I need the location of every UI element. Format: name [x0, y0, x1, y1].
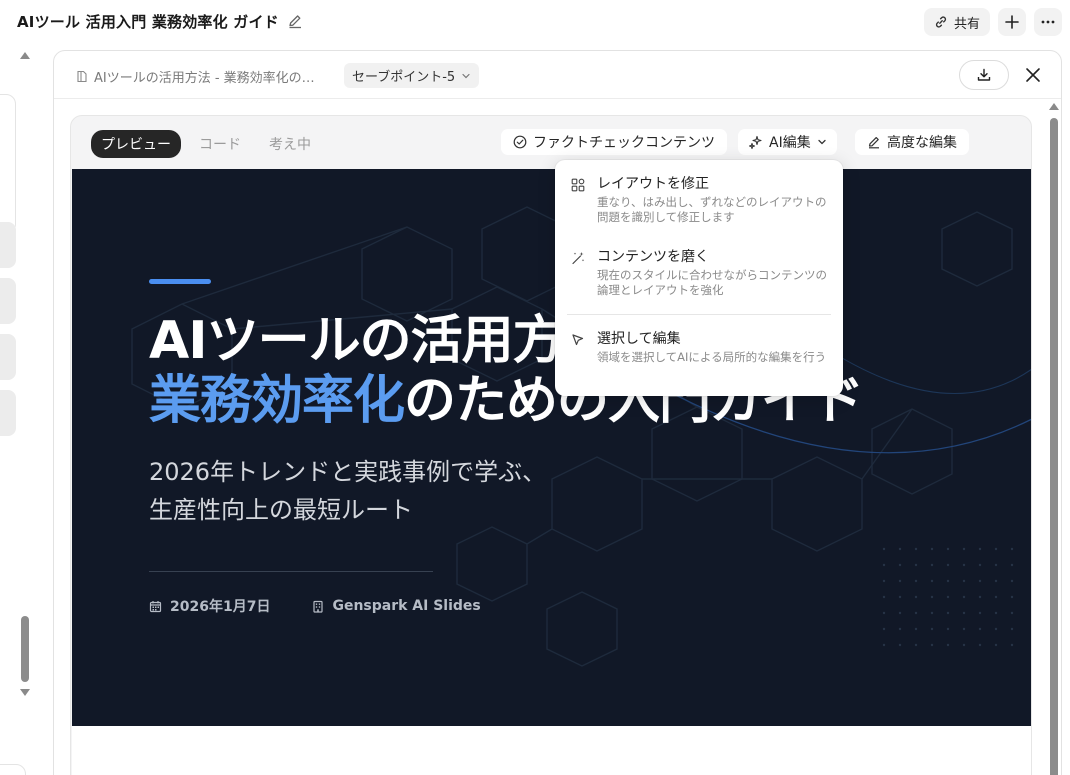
menu-item-title: レイアウトを修正: [597, 176, 709, 192]
menu-item-description: 現在のスタイルに合わせながらコンテンツの論理とレイアウトを強化: [597, 268, 827, 297]
sidebar-item[interactable]: [0, 334, 16, 380]
plus-icon: [1005, 15, 1019, 29]
fact-check-label: ファクトチェックコンテンツ: [533, 135, 715, 151]
menu-item-select-edit[interactable]: 選択して編集 領域を選択してAIによる局所的な編集を行う: [555, 330, 843, 365]
slide-subtitle-line-1: 2026年トレンドと実践事例で学ぶ、: [149, 458, 547, 486]
menu-item-polish-content[interactable]: コンテンツを磨く 現在のスタイルに合わせながらコンテンツの論理とレイアウトを強化: [555, 248, 843, 298]
file-name: AIツールの活用方法 - 業務効率化の…: [94, 71, 315, 86]
download-button[interactable]: [959, 60, 1009, 90]
preview-card: プレビュー コード 考え中 ファクトチェックコンテンツ AI編集 高度な編集 A…: [70, 115, 1032, 775]
slide-subtitle: 2026年トレンドと実践事例で学ぶ、 生産性向上の最短ルート: [149, 453, 546, 529]
sidebar-card: [0, 94, 16, 234]
link-icon: [935, 16, 947, 28]
slide-title-line-1: AIツールの活用方法: [149, 311, 616, 371]
chevron-down-icon: [462, 73, 470, 78]
slide-divider: [149, 571, 433, 572]
file-icon: [77, 70, 87, 83]
share-label: 共有: [953, 16, 980, 32]
slide-date-text: 2026年1月7日: [170, 599, 271, 615]
network-background: [131, 206, 1031, 667]
magic-wand-icon: [572, 252, 585, 265]
slide-meta: 2026年1月7日 Genspark AI Slides: [149, 596, 481, 616]
ai-edit-button[interactable]: AI編集: [738, 129, 837, 155]
sidebar-scroll-up[interactable]: [20, 52, 30, 59]
tab-code[interactable]: コード: [189, 130, 251, 158]
advanced-edit-label: 高度な編集: [887, 135, 957, 151]
check-circle-icon: [513, 135, 527, 149]
ai-edit-label: AI編集: [769, 135, 811, 151]
more-options-button[interactable]: [1034, 8, 1062, 36]
tab-preview[interactable]: プレビュー: [91, 130, 181, 158]
layout-grid-icon: [571, 178, 585, 192]
panel-header: AIツールの活用方法 - 業務効率化の… セーブポイント-5: [54, 51, 1061, 99]
document-title[interactable]: AIツール 活用入門 業務効率化 ガイド: [17, 11, 279, 32]
close-icon: [1026, 68, 1040, 82]
slide-date: 2026年1月7日: [149, 596, 270, 616]
view-tabs: プレビュー コード 考え中: [91, 130, 321, 158]
menu-divider: [567, 314, 831, 315]
menu-item-title: 選択して編集: [597, 331, 681, 347]
close-button[interactable]: [1020, 62, 1046, 88]
ai-edit-dropdown: レイアウトを修正 重なり、はみ出し、ずれなどのレイアウトの問題を識別して修正しま…: [555, 160, 843, 396]
panel-scrollbar-thumb[interactable]: [1050, 118, 1058, 775]
pencil-icon: [868, 137, 879, 149]
accent-bar: [149, 279, 211, 284]
savepoint-label: セーブポイント-5: [352, 70, 456, 85]
sidebar-scrollbar-thumb[interactable]: [21, 616, 29, 682]
slide-author: Genspark AI Slides: [312, 598, 481, 614]
menu-item-description: 領域を選択してAIによる局所的な編集を行う: [597, 350, 827, 364]
file-breadcrumb[interactable]: AIツールの活用方法 - 業務効率化の…: [76, 67, 315, 86]
sidebar-bottom-card: [0, 764, 26, 775]
slide-subtitle-line-2: 生産性向上の最短ルート: [149, 496, 413, 524]
ellipsis-icon: [1041, 20, 1055, 24]
slide-below-area: [72, 726, 1031, 775]
fact-check-button[interactable]: ファクトチェックコンテンツ: [501, 129, 727, 155]
tab-thinking[interactable]: 考え中: [259, 130, 321, 158]
cursor-select-icon: [572, 334, 584, 346]
slide-preview[interactable]: AIツールの活用方法 業務効率化のための入門ガイド 2026年トレンドと実践事例…: [72, 169, 1031, 726]
calendar-icon: [149, 600, 162, 612]
building-icon: [313, 600, 324, 613]
add-button[interactable]: [998, 8, 1026, 36]
preview-panel: AIツールの活用方法 - 業務効率化の… セーブポイント-5 プレビュー コード: [53, 50, 1062, 775]
download-icon: [977, 68, 991, 81]
slide-title-highlight: 業務効率化: [149, 371, 405, 431]
sidebar-scroll-down[interactable]: [20, 689, 30, 696]
slide-author-text: Genspark AI Slides: [332, 598, 481, 614]
panel-scroll-up[interactable]: [1049, 103, 1059, 110]
menu-item-fix-layout[interactable]: レイアウトを修正 重なり、はみ出し、ずれなどのレイアウトの問題を識別して修正しま…: [555, 175, 843, 225]
menu-item-description: 重なり、はみ出し、ずれなどのレイアウトの問題を識別して修正します: [597, 195, 827, 224]
sparkle-icon: [748, 135, 762, 149]
advanced-edit-button[interactable]: 高度な編集: [855, 129, 969, 155]
top-bar: AIツール 活用入門 業務効率化 ガイド 共有: [0, 0, 1070, 44]
sidebar-item[interactable]: [0, 222, 16, 268]
sidebar-item[interactable]: [0, 278, 16, 324]
menu-item-title: コンテンツを磨く: [597, 249, 709, 265]
sidebar-item[interactable]: [0, 390, 16, 436]
left-rail: [0, 44, 44, 775]
chevron-down-icon: [818, 139, 826, 145]
share-button[interactable]: 共有: [924, 8, 990, 36]
savepoint-select[interactable]: セーブポイント-5: [344, 63, 480, 88]
pencil-icon[interactable]: [287, 13, 303, 29]
